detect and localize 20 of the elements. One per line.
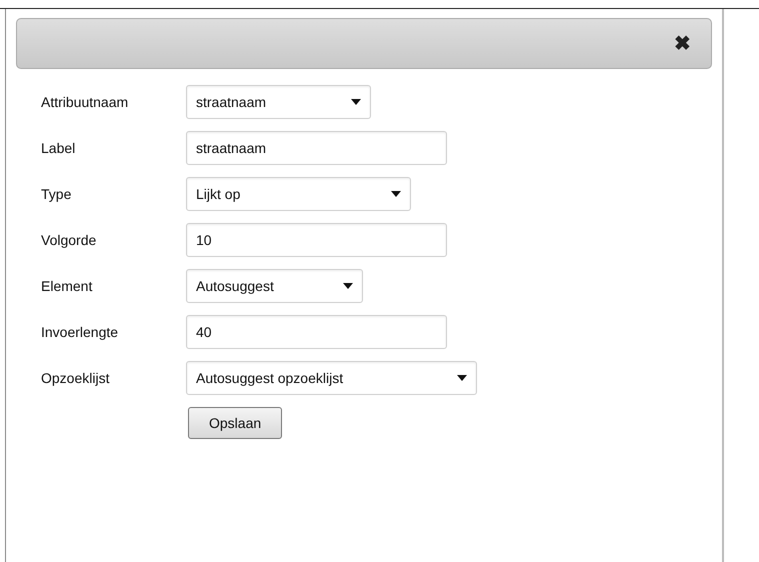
caret-icon (351, 99, 361, 105)
field-label: Invoerlengte (41, 322, 120, 342)
dropdown-field[interactable]: Autosuggest opzoeklijst (186, 361, 477, 395)
caret-icon (343, 283, 353, 289)
dropdown-field[interactable]: Autosuggest (186, 269, 363, 303)
input-field[interactable]: 10 (186, 223, 447, 257)
field-label: Attribuutnaam (41, 92, 130, 112)
field-label: Element (41, 276, 94, 296)
close-button[interactable]: ✖ (674, 34, 691, 54)
field-label: Type (41, 184, 72, 204)
dropdown-field[interactable]: Lijkt op (186, 177, 411, 211)
field-label: Opzoeklijst (41, 368, 110, 388)
field-label: Label (41, 138, 76, 158)
save-button[interactable]: Opslaan (188, 407, 282, 439)
caret-icon (391, 191, 401, 197)
field-label: Volgorde (41, 230, 98, 250)
input-field[interactable]: straatnaam (186, 131, 447, 165)
input-field[interactable]: 40 (186, 315, 447, 349)
dropdown-field[interactable]: straatnaam (186, 85, 371, 119)
caret-icon (457, 375, 467, 381)
